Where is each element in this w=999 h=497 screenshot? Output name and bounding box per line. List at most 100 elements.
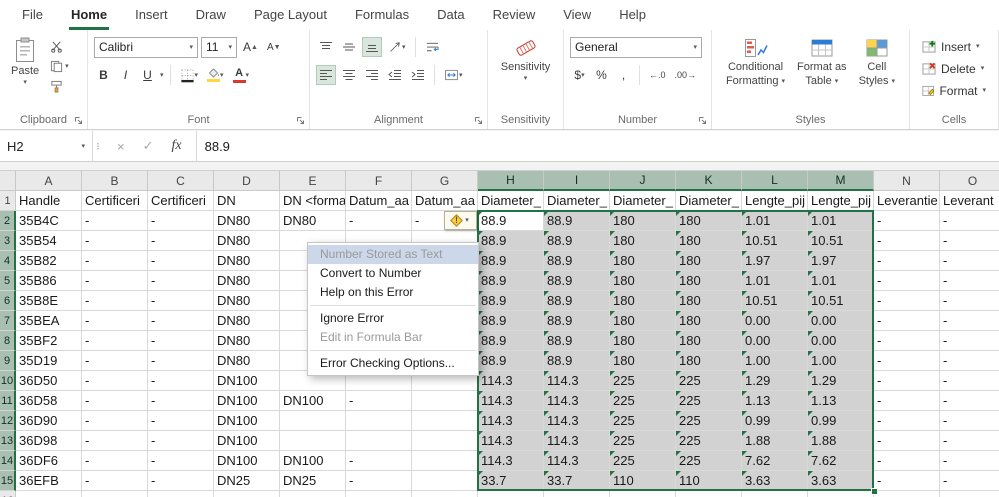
cell-I5[interactable]: 88.9 [544,271,610,291]
cell-J14[interactable]: 225 [610,451,676,471]
cell-A1[interactable]: Handle [16,191,82,211]
cell-F11[interactable]: - [346,391,412,411]
column-header-F[interactable]: F [346,171,412,191]
cell-H8[interactable]: 88.9 [478,331,544,351]
cell-C1[interactable]: Certificeri [148,191,214,211]
cell-N16[interactable] [874,491,940,497]
cell-A4[interactable]: 35B82 [16,251,82,271]
cell-D1[interactable]: DN [214,191,280,211]
cell-N2[interactable]: - [874,211,940,231]
cell-L15[interactable]: 3.63 [742,471,808,491]
cell-M10[interactable]: 1.29 [808,371,874,391]
row-header-11[interactable]: 11 [0,391,16,411]
cell-H4[interactable]: 88.9 [478,251,544,271]
tab-review[interactable]: Review [479,0,550,30]
cell-I6[interactable]: 88.9 [544,291,610,311]
cell-B1[interactable]: Certificeri [82,191,148,211]
tab-page-layout[interactable]: Page Layout [240,0,341,30]
cell-D4[interactable]: DN80 [214,251,280,271]
comma-style-button[interactable]: , [614,65,633,85]
menu-item-help-on-this-error[interactable]: Help on this Error [308,283,478,302]
cell-A6[interactable]: 35B8E [16,291,82,311]
cell-H12[interactable]: 114.3 [478,411,544,431]
column-header-D[interactable]: D [214,171,280,191]
cell-I7[interactable]: 88.9 [544,311,610,331]
cell-H11[interactable]: 114.3 [478,391,544,411]
cell-J6[interactable]: 180 [610,291,676,311]
cell-I11[interactable]: 114.3 [544,391,610,411]
row-header-6[interactable]: 6 [0,291,16,311]
cell-L3[interactable]: 10.51 [742,231,808,251]
cell-D12[interactable]: DN100 [214,411,280,431]
cell-O7[interactable]: - [940,311,999,331]
cell-L8[interactable]: 0.00 [742,331,808,351]
cell-L14[interactable]: 7.62 [742,451,808,471]
cell-K6[interactable]: 180 [676,291,742,311]
cell-I4[interactable]: 88.9 [544,251,610,271]
cell-D2[interactable]: DN80 [214,211,280,231]
cell-E13[interactable] [280,431,346,451]
cell-G14[interactable] [412,451,478,471]
insert-function-icon[interactable]: fx [172,138,182,154]
cell-N1[interactable]: Leverantie [874,191,940,211]
column-header-G[interactable]: G [412,171,478,191]
cell-I15[interactable]: 33.7 [544,471,610,491]
cell-styles-button[interactable]: Cell Styles▾ [854,35,900,109]
cell-K7[interactable]: 180 [676,311,742,331]
wrap-text-button[interactable] [422,37,443,57]
column-header-L[interactable]: L [742,171,808,191]
cell-I3[interactable]: 88.9 [544,231,610,251]
cell-D7[interactable]: DN80 [214,311,280,331]
cell-K15[interactable]: 110 [676,471,742,491]
font-name-combobox[interactable]: Calibri ▾ [94,37,198,58]
cell-E2[interactable]: DN80 [280,211,346,231]
cell-G15[interactable] [412,471,478,491]
cell-L9[interactable]: 1.00 [742,351,808,371]
cell-A15[interactable]: 36EFB [16,471,82,491]
cell-E12[interactable] [280,411,346,431]
cell-E11[interactable]: DN100 [280,391,346,411]
column-header-N[interactable]: N [874,171,940,191]
cell-M1[interactable]: Lengte_pij [808,191,874,211]
row-header-12[interactable]: 12 [0,411,16,431]
cell-B10[interactable]: - [82,371,148,391]
row-header-3[interactable]: 3 [0,231,16,251]
cell-K14[interactable]: 225 [676,451,742,471]
cell-K3[interactable]: 180 [676,231,742,251]
cell-E1[interactable]: DN <forma [280,191,346,211]
cell-K1[interactable]: Diameter_ [676,191,742,211]
cell-H15[interactable]: 33.7 [478,471,544,491]
cell-K4[interactable]: 180 [676,251,742,271]
cell-E16[interactable] [280,491,346,497]
cell-C7[interactable]: - [148,311,214,331]
cell-A7[interactable]: 35BEA [16,311,82,331]
cell-J9[interactable]: 180 [610,351,676,371]
italic-button[interactable]: I [116,65,135,85]
format-painter-button[interactable] [48,77,71,95]
cell-M9[interactable]: 1.00 [808,351,874,371]
tab-insert[interactable]: Insert [121,0,182,30]
cell-A10[interactable]: 36D50 [16,371,82,391]
cell-D3[interactable]: DN80 [214,231,280,251]
column-header-O[interactable]: O [940,171,999,191]
number-dialog-launcher[interactable] [698,116,707,125]
row-header-5[interactable]: 5 [0,271,16,291]
cell-B16[interactable] [82,491,148,497]
increase-decimal-button[interactable]: ←.0 [646,65,669,85]
cell-C8[interactable]: - [148,331,214,351]
cell-M14[interactable]: 7.62 [808,451,874,471]
cell-B11[interactable]: - [82,391,148,411]
cell-C3[interactable]: - [148,231,214,251]
cell-O10[interactable]: - [940,371,999,391]
cell-M13[interactable]: 1.88 [808,431,874,451]
row-header-7[interactable]: 7 [0,311,16,331]
cell-C15[interactable]: - [148,471,214,491]
cell-M8[interactable]: 0.00 [808,331,874,351]
cell-D13[interactable]: DN100 [214,431,280,451]
orientation-button[interactable]: ▾ [385,37,409,57]
cell-C11[interactable]: - [148,391,214,411]
tab-file[interactable]: File [8,0,57,30]
sensitivity-button[interactable]: Sensitivity ▾ [496,35,556,109]
cell-C16[interactable] [148,491,214,497]
cell-C10[interactable]: - [148,371,214,391]
